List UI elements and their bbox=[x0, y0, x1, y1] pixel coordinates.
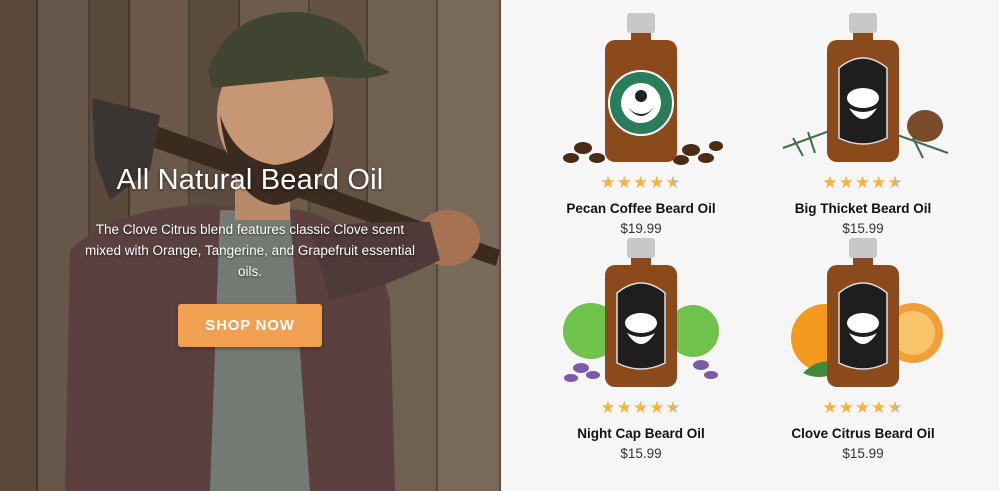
big-thicket-bottle-image[interactable] bbox=[763, 8, 963, 168]
star-icon: ★ bbox=[854, 398, 872, 417]
product-name[interactable]: Pecan Coffee Beard Oil bbox=[541, 201, 741, 216]
rating-stars: ★★★★★ bbox=[763, 398, 963, 418]
star-icon: ★ bbox=[822, 173, 839, 192]
product-price: $15.99 bbox=[620, 446, 662, 461]
hero-text-block: All Natural Beard Oil The Clove Citrus b… bbox=[80, 164, 420, 282]
product-grid: ★★★★★ Pecan Coffee Beard Oil $19.99 ★★★★… bbox=[501, 0, 999, 491]
star-half-icon: ★ bbox=[665, 173, 682, 192]
clove-citrus-bottle-image[interactable] bbox=[763, 233, 963, 393]
night-cap-bottle-image[interactable] bbox=[541, 233, 741, 393]
product-card[interactable]: ★★★★★ Clove Citrus Beard Oil $15.99 bbox=[763, 233, 963, 463]
product-name[interactable]: Night Cap Beard Oil bbox=[541, 426, 741, 441]
rating-stars: ★★★★★ bbox=[541, 173, 741, 193]
star-half-icon: ★ bbox=[887, 398, 904, 417]
star-icon: ★ bbox=[600, 398, 617, 417]
star-icon: ★ bbox=[632, 398, 650, 417]
star-icon: ★ bbox=[838, 398, 855, 417]
star-icon: ★ bbox=[822, 398, 839, 417]
product-card[interactable]: ★★★★★ Big Thicket Beard Oil $15.99 bbox=[763, 8, 963, 238]
star-icon: ★ bbox=[616, 398, 633, 417]
hero-title: All Natural Beard Oil bbox=[116, 164, 384, 196]
product-name[interactable]: Big Thicket Beard Oil bbox=[763, 201, 963, 216]
shop-now-button[interactable]: SHOP NOW bbox=[178, 304, 322, 347]
product-card[interactable]: ★★★★★ Pecan Coffee Beard Oil $19.99 bbox=[541, 8, 741, 238]
hero-description: The Clove Citrus blend features classic … bbox=[85, 222, 415, 279]
star-icon: ★ bbox=[600, 173, 617, 192]
pecan-coffee-bottle-image[interactable] bbox=[541, 8, 741, 168]
rating-stars: ★★★★★ bbox=[541, 398, 741, 418]
product-name[interactable]: Clove Citrus Beard Oil bbox=[763, 426, 963, 441]
rating-stars: ★★★★★ bbox=[763, 173, 963, 193]
star-icon: ★ bbox=[871, 173, 888, 192]
star-icon: ★ bbox=[616, 173, 633, 192]
star-icon: ★ bbox=[649, 398, 666, 417]
star-icon: ★ bbox=[632, 173, 650, 192]
star-half-icon: ★ bbox=[887, 173, 904, 192]
star-icon: ★ bbox=[854, 173, 872, 192]
product-price: $15.99 bbox=[842, 446, 884, 461]
star-half-icon: ★ bbox=[665, 398, 682, 417]
star-icon: ★ bbox=[838, 173, 855, 192]
product-card[interactable]: ★★★★★ Night Cap Beard Oil $15.99 bbox=[541, 233, 741, 463]
star-icon: ★ bbox=[649, 173, 666, 192]
star-icon: ★ bbox=[871, 398, 888, 417]
hero-banner: All Natural Beard Oil The Clove Citrus b… bbox=[0, 0, 501, 491]
